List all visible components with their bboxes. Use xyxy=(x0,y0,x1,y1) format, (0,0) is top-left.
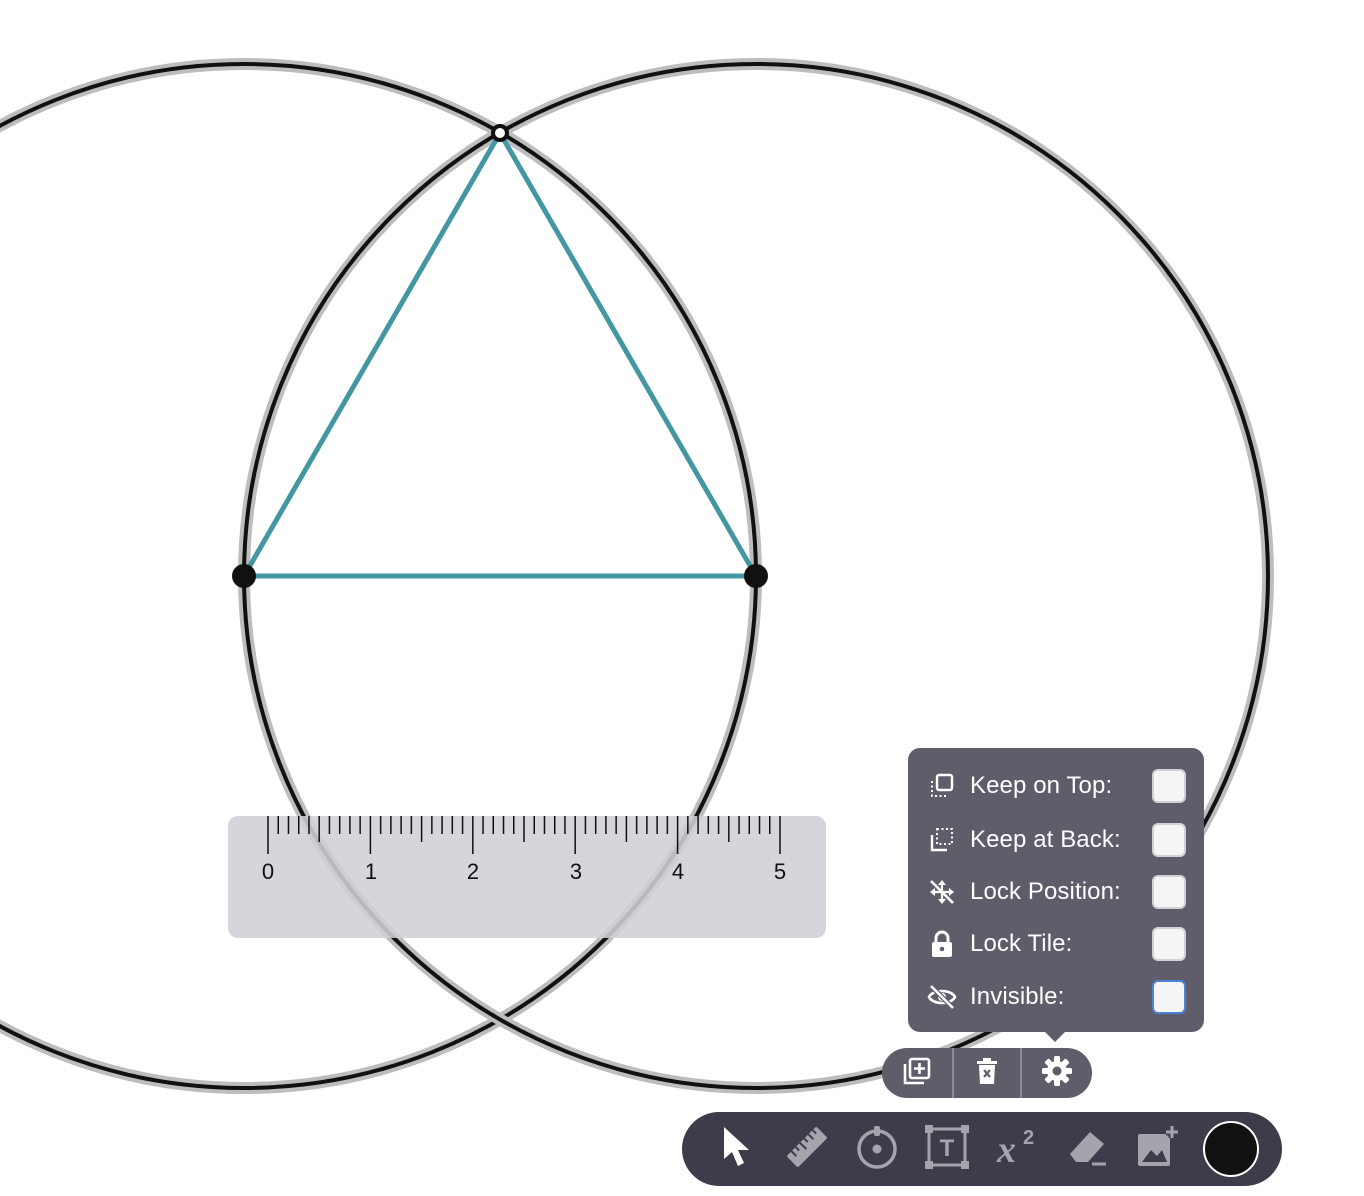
eraser-icon xyxy=(1064,1124,1110,1175)
duplicate-icon xyxy=(902,1056,932,1091)
ruler-label-1: 1 xyxy=(365,859,377,884)
lock-tile-checkbox[interactable] xyxy=(1152,927,1186,961)
ruler-icon xyxy=(784,1124,830,1175)
ruler-label-0: 0 xyxy=(262,859,274,884)
lock-position-icon xyxy=(926,878,958,906)
ruler-label-2: 2 xyxy=(467,859,479,884)
eye-off-icon xyxy=(926,983,958,1011)
lock-icon xyxy=(926,930,958,958)
duplicate-button[interactable] xyxy=(882,1048,952,1098)
text-tool-button[interactable]: T xyxy=(922,1124,972,1174)
invisible-checkbox[interactable] xyxy=(1152,980,1186,1014)
compass-tool-button[interactable] xyxy=(852,1124,902,1174)
add-image-icon xyxy=(1134,1124,1180,1175)
compass-icon xyxy=(854,1124,900,1175)
lock-position-row[interactable]: Lock Position: xyxy=(926,872,1186,912)
ruler-tile[interactable]: 0 1 2 3 4 5 xyxy=(228,816,826,938)
keep-at-back-row[interactable]: Keep at Back: xyxy=(926,820,1186,860)
add-image-tool-button[interactable] xyxy=(1132,1124,1182,1174)
ruler-tool-button[interactable] xyxy=(782,1124,832,1174)
invisible-row[interactable]: Invisible: xyxy=(926,977,1186,1017)
tile-actions-bar xyxy=(882,1048,1092,1098)
math-tool-exponent: 2 xyxy=(1023,1127,1034,1149)
delete-button[interactable] xyxy=(954,1048,1020,1098)
equilateral-triangle[interactable] xyxy=(241,130,759,579)
gear-icon xyxy=(1041,1055,1073,1092)
select-tool-button[interactable] xyxy=(712,1124,762,1174)
tile-settings-panel: Keep on Top: Keep at Back: Lock Position… xyxy=(908,748,1204,1042)
ruler-label-4: 4 xyxy=(672,859,684,884)
math-tool-base: x xyxy=(996,1129,1016,1170)
color-swatch-button[interactable] xyxy=(1203,1121,1259,1177)
text-box-icon: T xyxy=(924,1124,970,1175)
point-right[interactable] xyxy=(744,564,768,588)
math-icon: x2 xyxy=(993,1124,1041,1175)
keep-at-back-label: Keep at Back: xyxy=(970,826,1121,853)
lock-position-checkbox[interactable] xyxy=(1152,875,1186,909)
point-left[interactable] xyxy=(232,564,256,588)
lock-tile-label: Lock Tile: xyxy=(970,930,1073,957)
intersection-point[interactable] xyxy=(491,124,509,142)
math-tool-button[interactable]: x2 xyxy=(992,1124,1042,1174)
eraser-tool-button[interactable] xyxy=(1062,1124,1112,1174)
keep-on-top-icon xyxy=(926,772,958,800)
ruler-label-5: 5 xyxy=(774,859,786,884)
keep-on-top-checkbox[interactable] xyxy=(1152,769,1186,803)
text-tool-letter: T xyxy=(940,1135,955,1162)
invisible-label: Invisible: xyxy=(970,983,1065,1010)
delete-icon xyxy=(975,1057,999,1090)
settings-button[interactable] xyxy=(1022,1048,1092,1098)
lock-tile-row[interactable]: Lock Tile: xyxy=(926,924,1186,964)
keep-at-back-checkbox[interactable] xyxy=(1152,823,1186,857)
lock-position-label: Lock Position: xyxy=(970,878,1121,905)
keep-on-top-row[interactable]: Keep on Top: xyxy=(926,766,1186,806)
ruler-label-3: 3 xyxy=(570,859,582,884)
keep-on-top-label: Keep on Top: xyxy=(970,772,1113,799)
pointer-icon xyxy=(720,1125,754,1174)
main-toolbar: T x2 xyxy=(682,1112,1282,1186)
keep-at-back-icon xyxy=(926,826,958,854)
